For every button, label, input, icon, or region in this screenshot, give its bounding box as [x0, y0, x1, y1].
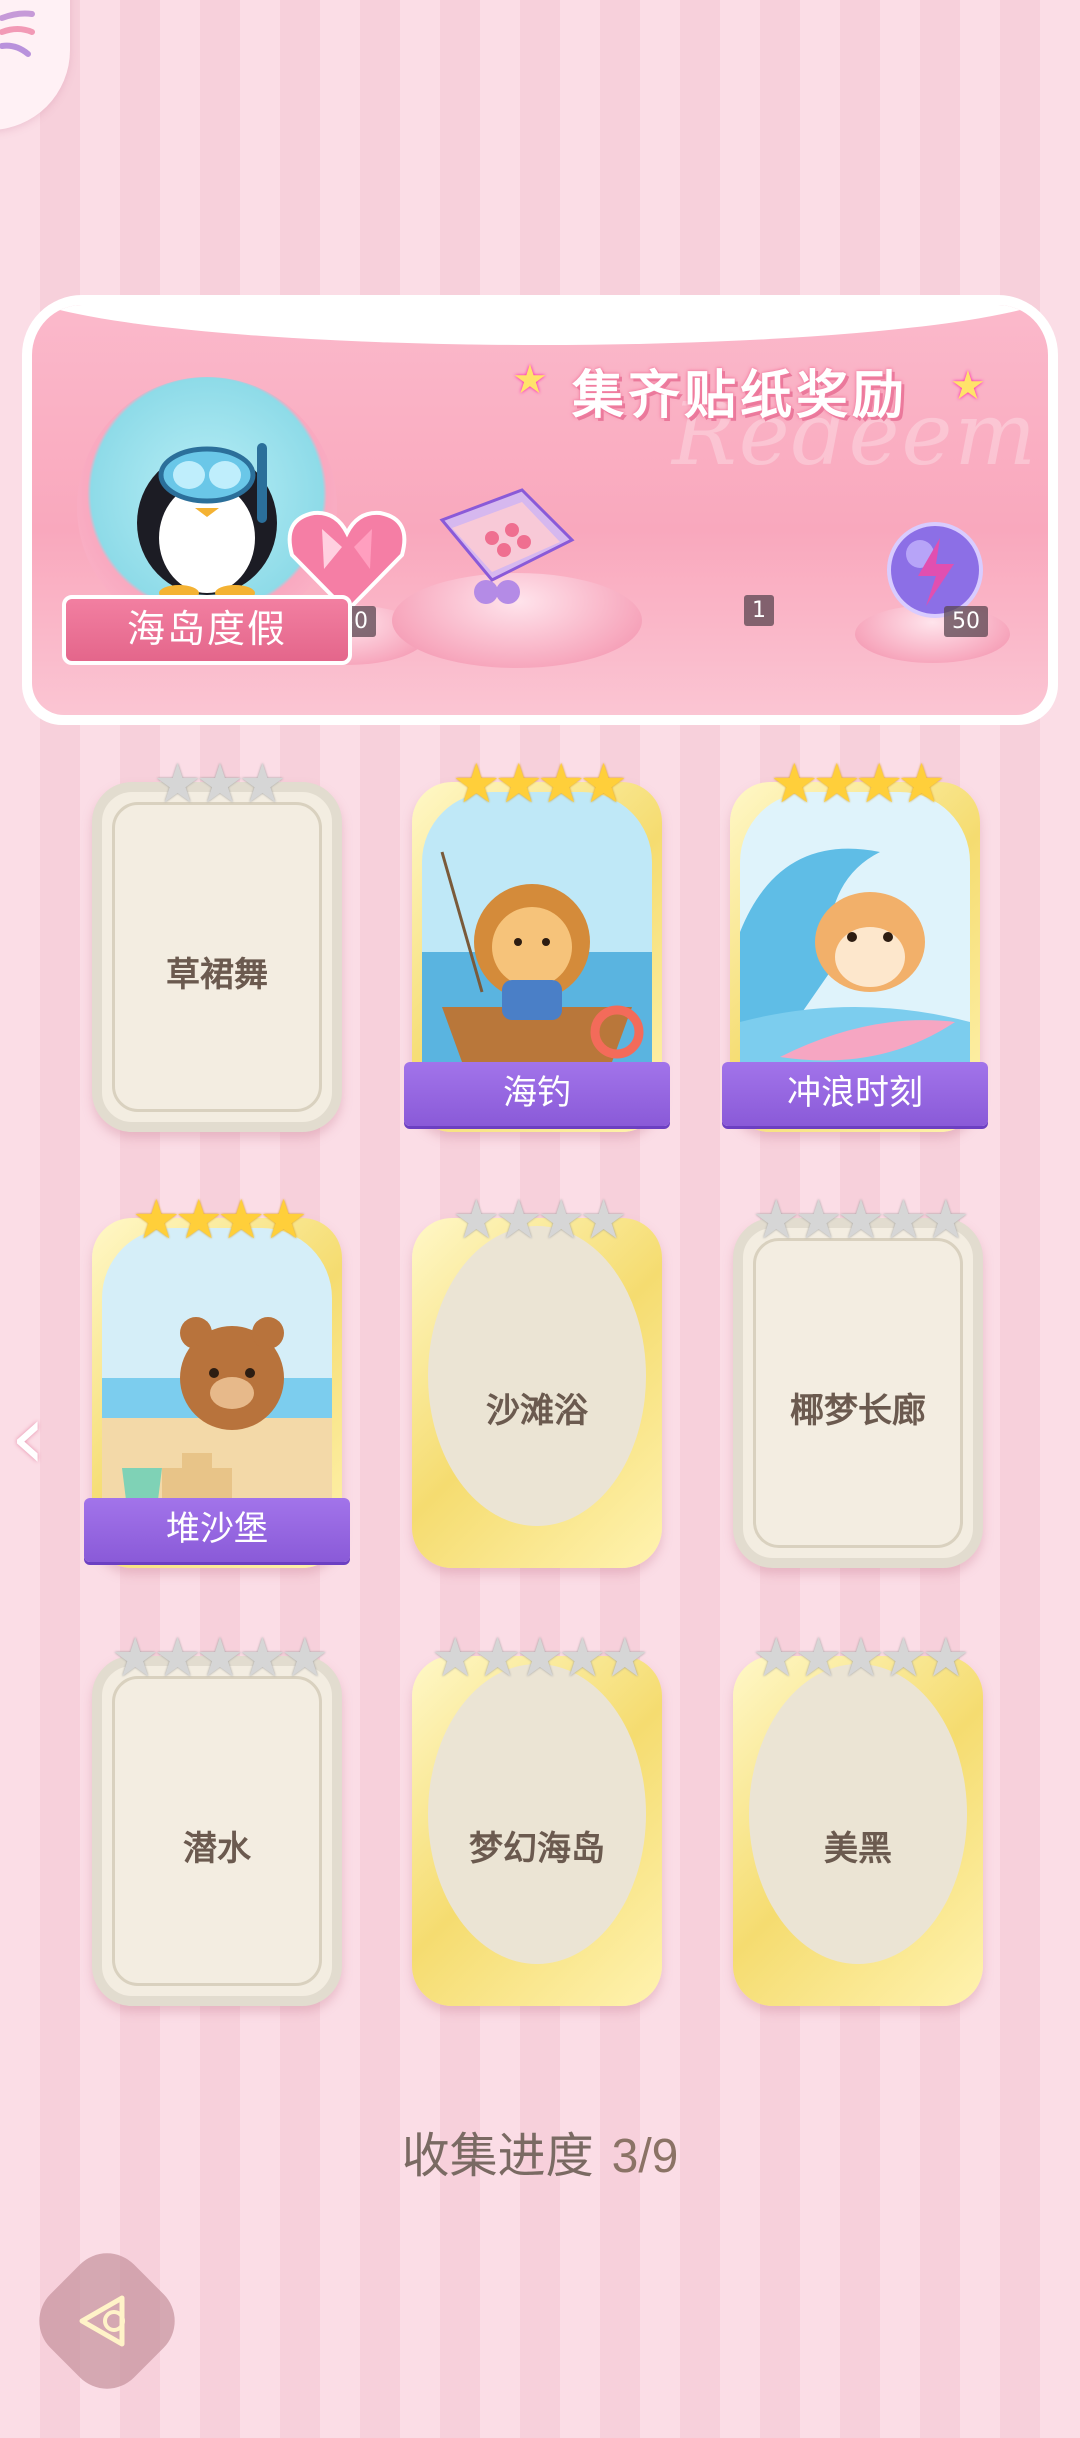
star-icon: ★ — [950, 363, 986, 409]
sticker-reward-banner: Redeem ★ 集齐贴纸奖励 ★ 50 1 50 海岛度假 — [22, 295, 1058, 725]
star-rating: ★★★★★ — [751, 1626, 970, 1689]
fan-menu-icon — [0, 10, 35, 57]
back-arrow-icon — [79, 2295, 125, 2347]
sticker-card[interactable]: 堆沙堡 ★★★★ — [84, 1190, 350, 1568]
sticker-card[interactable]: 草裙舞 ★★★ — [92, 754, 342, 1132]
star-rating: ★★★★★ — [751, 1188, 970, 1251]
sticker-card[interactable]: 冲浪时刻 ★★★★ — [722, 754, 988, 1132]
sticker-card[interactable]: 潜水 ★★★★★ — [92, 1628, 342, 2006]
lion-fishing-illustration — [422, 792, 652, 1102]
banner-title: 集齐贴纸奖励 — [572, 366, 909, 426]
card-name: 美黑 — [824, 1829, 892, 1869]
card-name-ribbon: 海钓 — [404, 1062, 670, 1126]
card-placeholder — [428, 1664, 646, 1964]
progress-value: 3/9 — [611, 2130, 679, 2183]
card-placeholder — [428, 1226, 646, 1526]
back-button[interactable] — [23, 2237, 191, 2405]
reward-count: 50 — [944, 606, 988, 637]
sticker-card[interactable]: 沙滩浴 ★★★★ — [412, 1190, 662, 1568]
star-rating: ★★★★★ — [110, 1626, 329, 1689]
card-placeholder — [749, 1664, 967, 1964]
card-name: 椰梦长廊 — [790, 1391, 926, 1431]
progress-label: 收集进度 — [401, 2130, 594, 2183]
island-vacation-label: 海岛度假 — [62, 595, 352, 665]
star-rating: ★★★★ — [770, 752, 946, 815]
card-name: 草裙舞 — [166, 955, 268, 995]
card-name: 梦幻海岛 — [469, 1829, 605, 1869]
star-icon: ★ — [512, 357, 548, 403]
menu-corner-button[interactable] — [0, 0, 70, 130]
card-name-ribbon: 堆沙堡 — [84, 1498, 350, 1562]
star-rating: ★★★★★ — [430, 1626, 649, 1689]
penguin-snorkel-icon — [137, 443, 277, 601]
sticker-box-icon — [422, 480, 582, 614]
hamster-surfing-illustration — [740, 792, 970, 1102]
sticker-card[interactable]: 海钓 ★★★★ — [404, 754, 670, 1132]
star-rating: ★★★ — [153, 752, 286, 815]
sticker-card[interactable]: 椰梦长廊 ★★★★★ — [733, 1190, 983, 1568]
previous-page-chevron-icon[interactable]: ‹ — [10, 1385, 46, 1490]
sticker-card[interactable]: 梦幻海岛 ★★★★★ — [412, 1628, 662, 2006]
star-rating: ★★★★ — [452, 1188, 628, 1251]
reward-count: 1 — [744, 595, 774, 626]
sticker-card[interactable]: 美黑 ★★★★★ — [733, 1628, 983, 2006]
star-rating: ★★★★ — [452, 752, 628, 815]
bear-sandcastle-illustration — [102, 1228, 332, 1538]
card-name-ribbon: 冲浪时刻 — [722, 1062, 988, 1126]
collection-progress: 收集进度 3/9 — [0, 2116, 1080, 2186]
card-name: 潜水 — [183, 1829, 251, 1869]
card-name: 沙滩浴 — [486, 1391, 588, 1431]
star-rating: ★★★★ — [132, 1188, 308, 1251]
